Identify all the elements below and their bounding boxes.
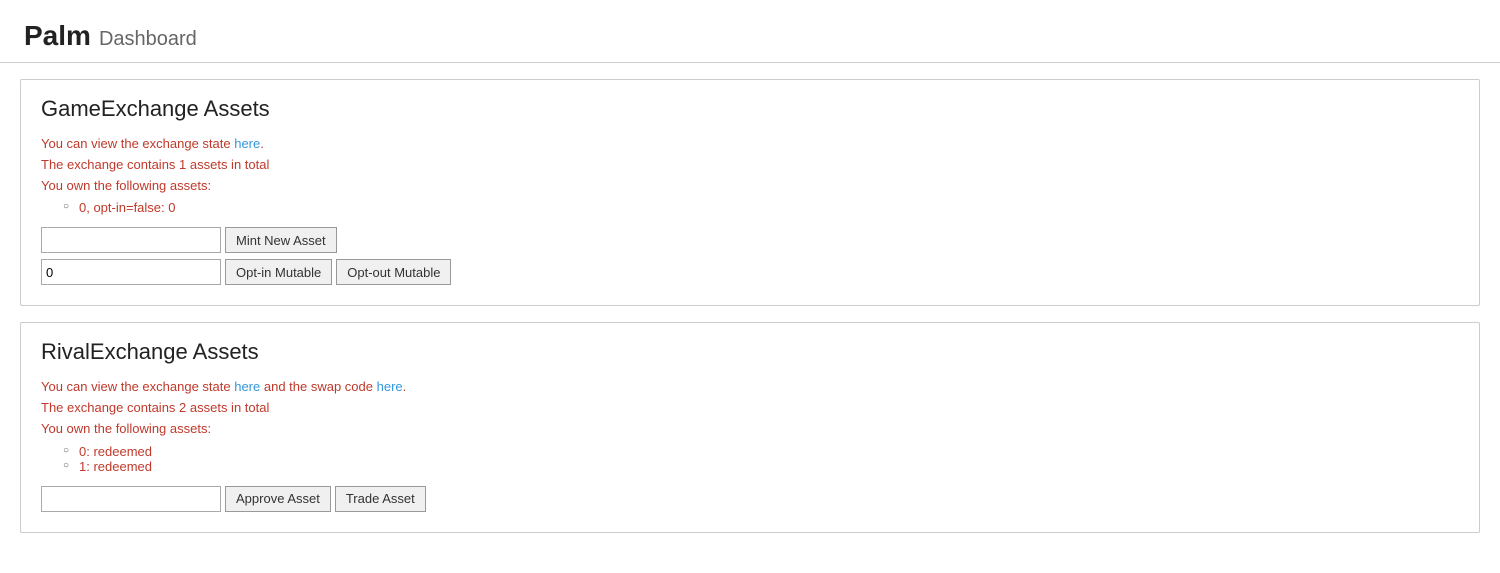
opt-in-mutable-button[interactable]: Opt-in Mutable — [225, 259, 332, 285]
app-name: Palm — [24, 20, 91, 51]
rival-exchange-asset-list: 0: redeemed 1: redeemed — [65, 444, 1459, 474]
rival-exchange-section: RivalExchange Assets You can view the ex… — [20, 322, 1480, 532]
approve-asset-button[interactable]: Approve Asset — [225, 486, 331, 512]
list-item: 0: redeemed — [65, 444, 1459, 459]
rival-exchange-title: RivalExchange Assets — [41, 339, 1459, 365]
page-header: Palm Dashboard — [0, 0, 1500, 63]
list-item: 0, opt-in=false: 0 — [65, 200, 1459, 215]
game-exchange-info2: The exchange contains 1 assets in total — [41, 155, 1459, 176]
rival-swap-code-link[interactable]: here — [377, 379, 403, 394]
rival-exchange-info3: You own the following assets: — [41, 419, 1459, 440]
rival-exchange-info1: You can view the exchange state here and… — [41, 377, 1459, 398]
game-exchange-info1: You can view the exchange state here. — [41, 134, 1459, 155]
game-exchange-section: GameExchange Assets You can view the exc… — [20, 79, 1480, 306]
page-subtitle: Dashboard — [99, 28, 197, 50]
opt-out-mutable-button[interactable]: Opt-out Mutable — [336, 259, 451, 285]
rival-exchange-state-link[interactable]: here — [234, 379, 260, 394]
trade-asset-button[interactable]: Trade Asset — [335, 486, 426, 512]
rival-exchange-controls-row1: Approve Asset Trade Asset — [41, 486, 1459, 512]
mint-new-asset-button[interactable]: Mint New Asset — [225, 227, 337, 253]
game-exchange-title: GameExchange Assets — [41, 96, 1459, 122]
game-exchange-controls-row2: Opt-in Mutable Opt-out Mutable — [41, 259, 1459, 285]
game-exchange-mint-input[interactable] — [41, 227, 221, 253]
rival-exchange-approve-input[interactable] — [41, 486, 221, 512]
list-item: 1: redeemed — [65, 459, 1459, 474]
game-exchange-info3: You own the following assets: — [41, 176, 1459, 197]
game-exchange-opt-input[interactable] — [41, 259, 221, 285]
main-content: GameExchange Assets You can view the exc… — [0, 79, 1500, 533]
game-exchange-controls-row1: Mint New Asset — [41, 227, 1459, 253]
game-exchange-state-link[interactable]: here — [234, 136, 260, 151]
rival-exchange-info2: The exchange contains 2 assets in total — [41, 398, 1459, 419]
game-exchange-asset-list: 0, opt-in=false: 0 — [65, 200, 1459, 215]
